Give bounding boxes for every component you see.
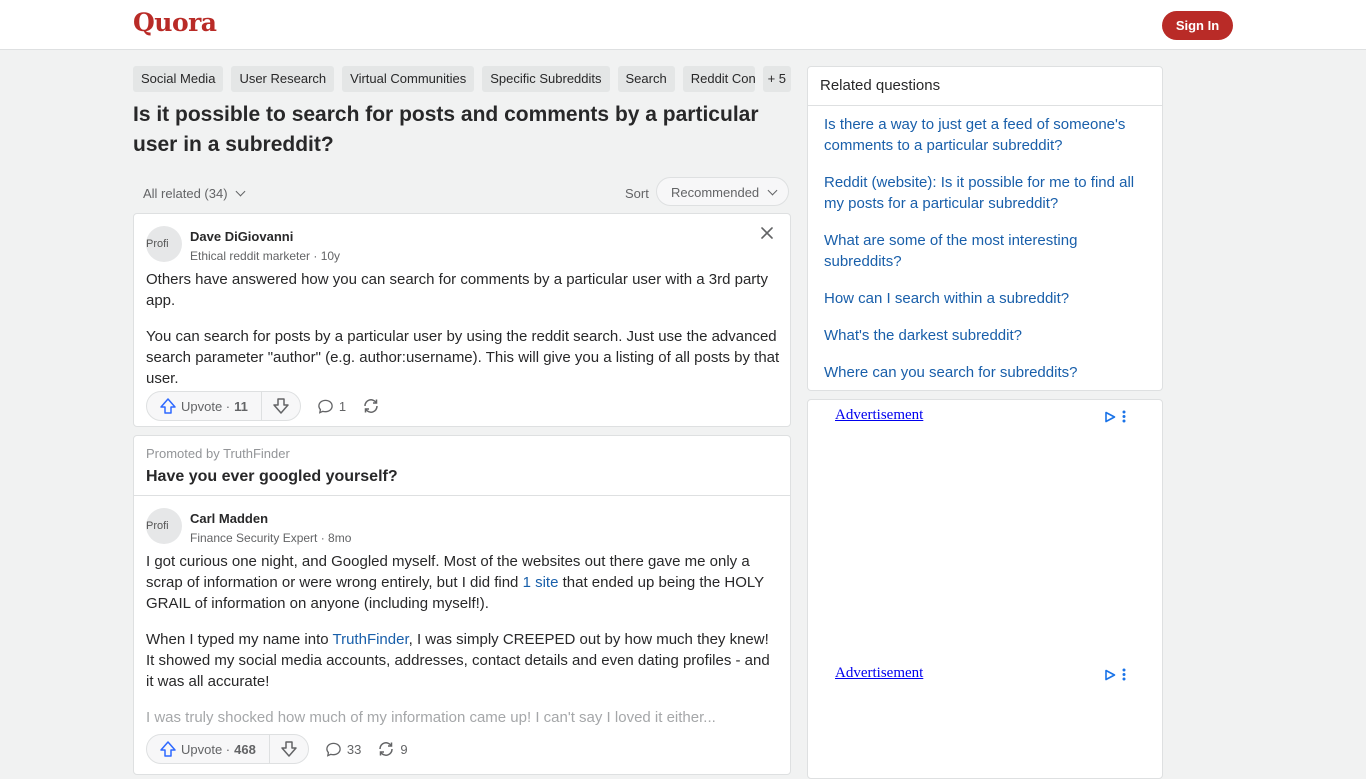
- related-questions-heading: Related questions: [808, 67, 1162, 106]
- adchoices-icon[interactable]: [1104, 411, 1116, 423]
- promoted-paragraph: I got curious one night, and Googled mys…: [146, 551, 780, 614]
- comment-count: 33: [346, 741, 362, 757]
- answer-paragraph: You can search for posts by a particular…: [146, 328, 780, 387]
- answer-card: Profi Dave DiGiovanni Ethical reddit mar…: [133, 213, 791, 427]
- reshare-icon: [364, 399, 378, 413]
- more-topics-button[interactable]: + 5: [762, 66, 791, 92]
- close-icon[interactable]: [760, 224, 774, 245]
- chevron-down-icon: [235, 186, 246, 197]
- upvote-count: 11: [234, 398, 248, 414]
- share-button[interactable]: 9: [377, 740, 408, 758]
- downvote-button[interactable]: [262, 392, 300, 420]
- comment-icon: [326, 742, 341, 757]
- promoted-title[interactable]: Have you ever googled yourself?: [146, 468, 398, 486]
- topic-chip[interactable]: Virtual Communities: [342, 66, 475, 92]
- inline-link[interactable]: 1 site: [523, 574, 559, 591]
- sort-dropdown[interactable]: Recommended: [656, 177, 789, 206]
- related-question-link[interactable]: Reddit (website): Is it possible for me …: [824, 172, 1144, 214]
- more-options-icon[interactable]: [1122, 410, 1126, 423]
- comment-icon: [318, 399, 333, 414]
- related-questions-panel: Related questions Is there a way to just…: [807, 66, 1163, 391]
- answer-actions: Upvote · 11 1: [146, 391, 380, 421]
- downvote-arrow-icon: [281, 741, 297, 757]
- vote-group: Upvote · 468: [146, 734, 309, 764]
- related-question-link[interactable]: Is there a way to just get a feed of som…: [824, 114, 1144, 156]
- avatar[interactable]: Profi: [146, 226, 182, 262]
- all-related-label: All related (34): [143, 186, 228, 201]
- ad-panel: Advertisement Advertisement: [807, 399, 1163, 779]
- all-related-dropdown[interactable]: All related (34): [143, 186, 246, 201]
- downvote-button[interactable]: [270, 735, 308, 763]
- ad-controls: [1104, 668, 1126, 681]
- chevron-down-icon: [767, 185, 778, 196]
- ad-controls: [1104, 410, 1126, 423]
- upvote-label: Upvote ·: [181, 398, 231, 414]
- share-count: 9: [400, 741, 408, 757]
- sort-label: Sort: [625, 186, 649, 201]
- downvote-arrow-icon: [273, 398, 289, 414]
- promoted-by-label[interactable]: Promoted by TruthFinder: [146, 446, 290, 461]
- more-options-icon[interactable]: [1122, 668, 1126, 681]
- upvote-arrow-icon: [160, 741, 176, 757]
- upvote-count: 468: [234, 741, 256, 757]
- author-name[interactable]: Dave DiGiovanni: [190, 229, 293, 244]
- promoted-card: Promoted by TruthFinder Have you ever go…: [133, 435, 791, 775]
- top-bar: Quora Sign In: [0, 0, 1366, 50]
- inline-link[interactable]: TruthFinder: [332, 631, 408, 648]
- comment-button[interactable]: 1: [317, 398, 346, 415]
- paragraph-text: When I typed my name into: [146, 631, 333, 648]
- author-name[interactable]: Carl Madden: [190, 511, 268, 526]
- sort-value: Recommended: [671, 185, 760, 200]
- author-credential: Ethical reddit marketer · 10y: [190, 249, 341, 263]
- answer-paragraph: Others have answered how you can search …: [146, 271, 768, 309]
- sign-in-button[interactable]: Sign In: [1162, 11, 1233, 40]
- upvote-button[interactable]: Upvote · 468: [147, 735, 270, 763]
- comment-button[interactable]: 33: [325, 741, 361, 758]
- comment-count: 1: [338, 398, 347, 414]
- advertisement-link[interactable]: Advertisement: [835, 665, 923, 682]
- answer-filter-bar: All related (34) Sort Recommended: [133, 177, 791, 211]
- upvote-label: Upvote ·: [181, 741, 231, 757]
- vote-group: Upvote · 11: [146, 391, 301, 421]
- related-question-link[interactable]: Where can you search for subreddits?: [824, 362, 1144, 383]
- author-credential: Finance Security Expert · 8mo: [190, 531, 352, 545]
- upvote-button[interactable]: Upvote · 11: [147, 392, 262, 420]
- topic-chip[interactable]: User Research: [231, 66, 335, 92]
- quora-logo[interactable]: Quora: [133, 8, 217, 37]
- promoted-actions: Upvote · 468 33 9: [146, 734, 408, 764]
- question-title: Is it possible to search for posts and c…: [133, 103, 759, 156]
- topic-chip[interactable]: Reddit Conte: [682, 66, 755, 92]
- upvote-arrow-icon: [160, 398, 176, 414]
- related-question-link[interactable]: What's the darkest subreddit?: [824, 325, 1144, 346]
- topic-chip[interactable]: Social Media: [133, 66, 224, 92]
- divider: [134, 495, 790, 496]
- related-question-link[interactable]: What are some of the most interesting su…: [824, 230, 1144, 272]
- advertisement-link[interactable]: Advertisement: [835, 407, 923, 424]
- adchoices-icon[interactable]: [1104, 669, 1116, 681]
- reshare-icon: [379, 742, 394, 756]
- share-button[interactable]: [362, 397, 380, 415]
- main-column: Social Media User Research Virtual Commu…: [133, 66, 791, 775]
- avatar[interactable]: Profi: [146, 508, 182, 544]
- topic-list: Social Media User Research Virtual Commu…: [133, 66, 791, 92]
- related-question-link[interactable]: How can I search within a subreddit?: [824, 288, 1144, 309]
- topic-chip[interactable]: Specific Subreddits: [482, 66, 610, 92]
- topic-chip[interactable]: Search: [617, 66, 675, 92]
- promoted-paragraph-faded: I was truly shocked how much of my infor…: [146, 709, 716, 726]
- promoted-paragraph: When I typed my name into TruthFinder, I…: [146, 629, 780, 692]
